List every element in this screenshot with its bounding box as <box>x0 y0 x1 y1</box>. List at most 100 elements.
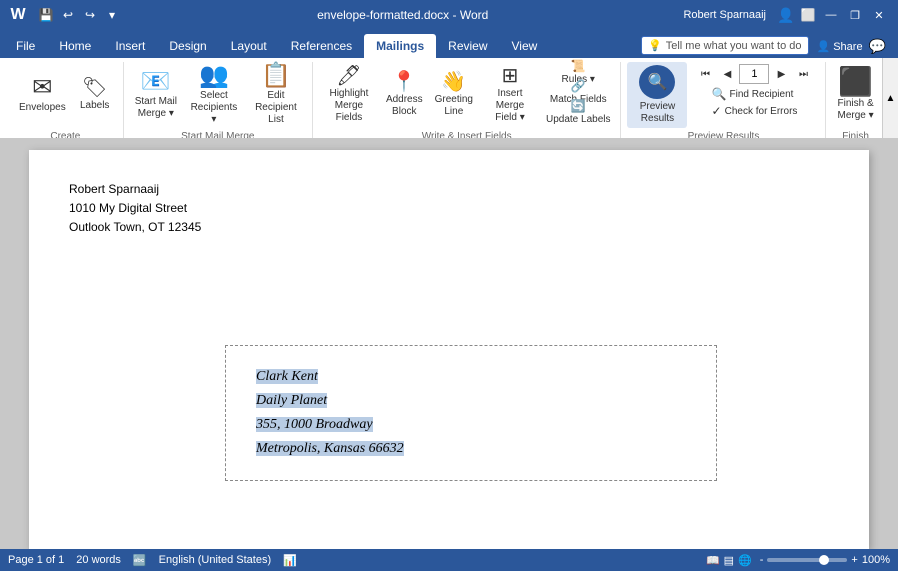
envelopes-button[interactable]: ✉ Envelopes <box>14 62 71 128</box>
insert-merge-field-button[interactable]: ⊞ Insert MergeField ▾ <box>480 62 540 128</box>
quick-access-more[interactable]: ▾ <box>102 5 122 25</box>
return-street: 1010 My Digital Street <box>69 199 829 218</box>
labels-button[interactable]: 🏷 Labels <box>73 62 117 128</box>
nav-page-input[interactable] <box>739 64 769 84</box>
zoom-level: 100% <box>862 554 890 566</box>
finish-icon: ⬛ <box>838 68 873 96</box>
return-address: Robert Sparnaaij 1010 My Digital Street … <box>69 180 829 238</box>
label-icon: 🏷 <box>82 78 107 98</box>
zoom-out-button[interactable]: - <box>760 554 764 566</box>
highlight-icon: 🖊 <box>336 66 361 86</box>
view-buttons: 📖 ▤ 🌐 <box>706 554 752 567</box>
start-mail-merge-icon: 📧 <box>141 70 171 94</box>
tab-view[interactable]: View <box>500 34 550 58</box>
ribbon-scroll-icon: ▲ <box>886 93 896 104</box>
write-insert-buttons: 🖊 HighlightMerge Fields 📍 AddressBlock 👋… <box>319 62 615 129</box>
greeting-icon: 👋 <box>441 72 466 92</box>
ribbon: File Home Insert Design Layout Reference… <box>0 30 898 147</box>
rules-icon: 📜 <box>571 59 586 73</box>
delivery-city: Metropolis, Kansas 66632 <box>256 437 404 461</box>
ribbon-scroll-button[interactable]: ▲ <box>882 58 898 138</box>
finish-buttons: ⬛ Finish &Merge ▾ <box>832 62 878 129</box>
ribbon-display-button[interactable]: ⬜ <box>798 5 818 25</box>
update-labels-icon: 🔄 <box>571 99 586 113</box>
greeting-line-button[interactable]: 👋 GreetingLine <box>430 62 478 128</box>
address-block-button[interactable]: 📍 AddressBlock <box>381 62 428 128</box>
undo-button[interactable]: ↩ <box>58 5 78 25</box>
view-read-button[interactable]: 📖 <box>706 554 720 567</box>
zoom-in-button[interactable]: + <box>851 554 857 566</box>
lightbulb-icon: 💡 <box>648 39 662 52</box>
find-recipient-button[interactable]: 🔍 Find Recipient <box>709 86 801 102</box>
delivery-name: Clark Kent <box>256 365 404 389</box>
tab-references[interactable]: References <box>279 34 364 58</box>
return-city: Outlook Town, OT 12345 <box>69 218 829 237</box>
name-highlight: Clark Kent <box>256 369 318 384</box>
restore-button[interactable]: ❐ <box>844 4 866 26</box>
tell-me-input[interactable]: 💡 Tell me what you want to do <box>641 36 808 55</box>
preview-results-button[interactable]: 🔍 PreviewResults <box>627 62 687 128</box>
nav-prev-button[interactable]: ◀ <box>717 64 737 84</box>
start-mail-merge-button[interactable]: 📧 Start MailMerge ▾ <box>130 62 182 128</box>
tab-file[interactable]: File <box>4 34 47 58</box>
tab-insert[interactable]: Insert <box>103 34 157 58</box>
redo-button[interactable]: ↪ <box>80 5 100 25</box>
delivery-address: Clark Kent Daily Planet 355, 1000 Broadw… <box>256 365 404 460</box>
user-name: Robert Sparnaaij <box>683 9 766 21</box>
greeting-label: GreetingLine <box>435 94 473 118</box>
quick-access-toolbar: 💾 ↩ ↪ ▾ <box>36 5 122 25</box>
envelope-delivery-area: Clark Kent Daily Planet 355, 1000 Broadw… <box>225 345 717 481</box>
word-count: 20 words <box>76 554 121 566</box>
highlight-merge-fields-button[interactable]: 🖊 HighlightMerge Fields <box>319 62 379 128</box>
edit-recipients-icon: 📋 <box>261 64 291 88</box>
address-block-icon: 📍 <box>392 72 417 92</box>
insert-merge-icon: ⊞ <box>502 66 519 86</box>
preview-buttons: 🔍 PreviewResults ⏮ ◀ ▶ ⏭ 🔍 <box>627 62 819 129</box>
address-block-label: AddressBlock <box>386 94 423 118</box>
company-highlight: Daily Planet <box>256 393 327 408</box>
view-print-button[interactable]: ▤ <box>724 554 734 567</box>
share-button[interactable]: 👤 Share <box>817 40 863 53</box>
city-highlight: Metropolis, Kansas 66632 <box>256 441 404 456</box>
tab-home[interactable]: Home <box>47 34 103 58</box>
ribbon-tabs: File Home Insert Design Layout Reference… <box>0 30 898 58</box>
view-web-button[interactable]: 🌐 <box>738 554 752 567</box>
preview-results-label: PreviewResults <box>640 101 676 125</box>
status-right: 📖 ▤ 🌐 - + 100% <box>706 554 890 567</box>
tab-mailings[interactable]: Mailings <box>364 34 436 58</box>
ribbon-content: ✉ Envelopes 🏷 Labels Create 📧 Start Mail… <box>0 58 898 146</box>
check-errors-icon: ✓ <box>712 104 722 118</box>
nav-next-button[interactable]: ▶ <box>771 64 791 84</box>
status-left: Page 1 of 1 20 words 🔤 English (United S… <box>8 554 297 567</box>
finish-label: Finish &Merge ▾ <box>837 98 873 122</box>
tab-review[interactable]: Review <box>436 34 499 58</box>
share-icon: 👤 <box>817 40 831 53</box>
tab-layout[interactable]: Layout <box>219 34 279 58</box>
check-errors-button[interactable]: ✓ Check for Errors <box>709 103 801 119</box>
zoom-controls: - + 100% <box>760 554 890 566</box>
window-title: envelope-formatted.docx - Word <box>122 8 683 22</box>
save-button[interactable]: 💾 <box>36 5 56 25</box>
close-button[interactable]: ✕ <box>868 4 890 26</box>
ribbon-group-create: ✉ Envelopes 🏷 Labels Create <box>8 62 124 145</box>
page-info: Page 1 of 1 <box>8 554 64 566</box>
edit-recipient-list-button[interactable]: 📋 EditRecipient List <box>246 62 306 128</box>
tab-design[interactable]: Design <box>157 34 218 58</box>
preview-navigation: ⏮ ◀ ▶ ⏭ 🔍 Find Recipient ✓ Check <box>689 62 819 121</box>
find-recipient-icon: 🔍 <box>712 87 727 101</box>
labels-label: Labels <box>80 100 109 112</box>
nav-last-button[interactable]: ⏭ <box>793 64 813 84</box>
comment-button[interactable]: 💬 <box>869 38 886 55</box>
proofing-icon: 🔤 <box>133 554 147 567</box>
finish-merge-button[interactable]: ⬛ Finish &Merge ▾ <box>832 62 878 128</box>
select-recipients-button[interactable]: 👥 SelectRecipients ▾ <box>184 62 244 128</box>
update-labels-button[interactable]: 🔄 Update Labels <box>542 102 615 122</box>
zoom-slider[interactable] <box>767 558 847 562</box>
word-icon: W <box>8 5 28 25</box>
profile-icon[interactable]: 👤 <box>776 5 796 25</box>
select-recipients-label: SelectRecipients ▾ <box>189 90 239 126</box>
zoom-thumb[interactable] <box>819 555 829 565</box>
minimize-button[interactable]: — <box>820 4 842 26</box>
nav-first-button[interactable]: ⏮ <box>695 64 715 84</box>
ribbon-group-finish: ⬛ Finish &Merge ▾ Finish <box>826 62 884 145</box>
